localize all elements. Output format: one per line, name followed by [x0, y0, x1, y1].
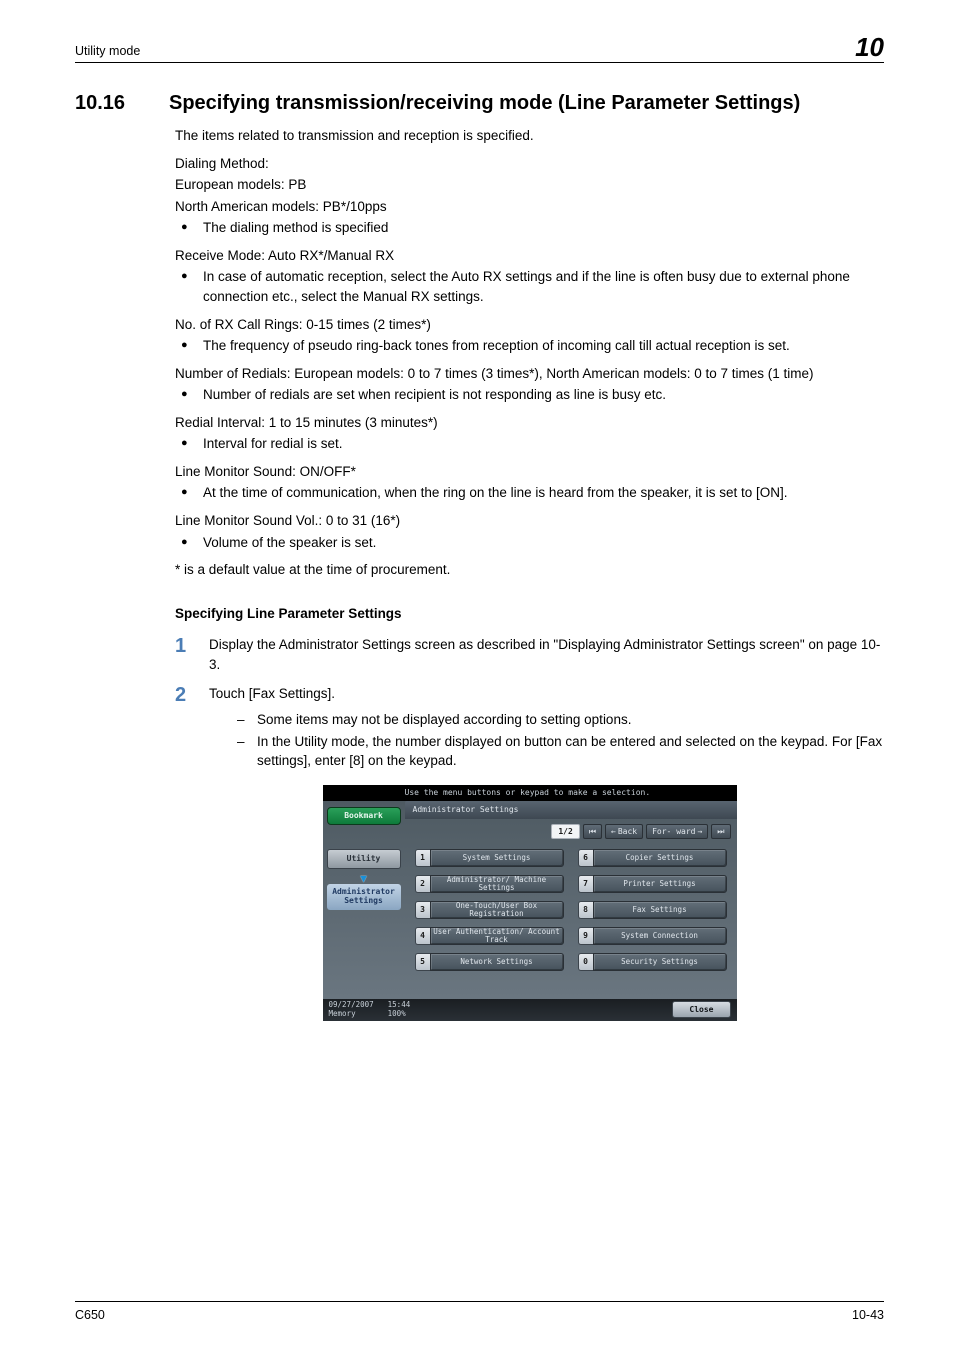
line-monitor-vol-label: Line Monitor Sound Vol.: 0 to 31 (16*): [175, 511, 884, 531]
redials-label: Number of Redials: European models: 0 to…: [175, 364, 884, 384]
dialing-method-eu: European models: PB: [175, 175, 884, 195]
running-header: Utility mode 10: [75, 34, 884, 63]
rx-rings-label: No. of RX Call Rings: 0-15 times (2 time…: [175, 315, 884, 335]
back-button[interactable]: ← Back: [605, 824, 643, 840]
section-title: 10.16Specifying transmission/receiving m…: [75, 89, 884, 118]
redials-bullet: Number of redials are set when recipient…: [175, 385, 884, 405]
step-note: Some items may not be displayed accordin…: [237, 710, 884, 730]
header-chapter: 10: [855, 34, 884, 60]
forward-button[interactable]: For- ward →: [646, 824, 708, 840]
menu-number: 2: [415, 875, 430, 893]
page-indicator: 1/2: [551, 824, 579, 840]
menu-number: 7: [578, 875, 593, 893]
step-1: 1 Display the Administrator Settings scr…: [175, 635, 884, 674]
page-footer: C650 10-43: [75, 1301, 884, 1324]
step-text: Touch [Fax Settings].: [209, 684, 884, 704]
bookmark-button[interactable]: Bookmark: [327, 807, 401, 825]
redial-interval-bullet: Interval for redial is set.: [175, 434, 884, 454]
system-settings-button[interactable]: System Settings: [430, 849, 564, 867]
nav-utility-button[interactable]: Utility: [327, 849, 401, 869]
dialing-method-label: Dialing Method:: [175, 154, 884, 174]
default-note: * is a default value at the time of proc…: [175, 560, 884, 580]
step-text: Display the Administrator Settings scree…: [209, 635, 884, 674]
fax-settings-button[interactable]: Fax Settings: [593, 901, 727, 919]
section-heading-text: Specifying transmission/receiving mode (…: [169, 92, 800, 114]
admin-machine-settings-button[interactable]: Administrator/ Machine Settings: [430, 875, 564, 893]
hint-text: Use the menu buttons or keypad to make a…: [405, 787, 651, 799]
redial-interval-label: Redial Interval: 1 to 15 minutes (3 minu…: [175, 413, 884, 433]
header-section: Utility mode: [75, 42, 140, 60]
line-monitor-sound-bullet: At the time of communication, when the r…: [175, 483, 884, 503]
nav-admin-settings[interactable]: Administrator Settings: [327, 884, 401, 910]
step-2: 2 Touch [Fax Settings]. Some items may n…: [175, 684, 884, 772]
step-note: In the Utility mode, the number displaye…: [237, 732, 884, 771]
procedure-heading: Specifying Line Parameter Settings: [175, 604, 884, 624]
menu-number: 8: [578, 901, 593, 919]
menu-number: 9: [578, 927, 593, 945]
network-settings-button[interactable]: Network Settings: [430, 953, 564, 971]
forward-last-button[interactable]: ⏭: [711, 824, 730, 840]
step-number: 1: [175, 635, 209, 674]
footer-mem-label: Memory: [329, 1009, 356, 1018]
back-first-button[interactable]: ⏮: [583, 824, 602, 840]
receive-mode-bullet: In case of automatic reception, select t…: [175, 267, 884, 306]
panel-title: Administrator Settings: [405, 801, 737, 819]
menu-number: 4: [415, 927, 430, 945]
menu-number: 0: [578, 953, 593, 971]
receive-mode-label: Receive Mode: Auto RX*/Manual RX: [175, 246, 884, 266]
line-monitor-vol-bullet: Volume of the speaker is set.: [175, 533, 884, 553]
footer-pageno: 10-43: [852, 1306, 884, 1324]
menu-number: 6: [578, 849, 593, 867]
dialing-method-na: North American models: PB*/10pps: [175, 197, 884, 217]
close-button[interactable]: Close: [672, 1001, 730, 1019]
footer-model: C650: [75, 1306, 105, 1324]
printer-settings-button[interactable]: Printer Settings: [593, 875, 727, 893]
one-touch-user-box-button[interactable]: One-Touch/User Box Registration: [430, 901, 564, 919]
step-number: 2: [175, 684, 209, 772]
menu-number: 5: [415, 953, 430, 971]
section-number: 10.16: [75, 89, 169, 118]
menu-number: 1: [415, 849, 430, 867]
security-settings-button[interactable]: Security Settings: [593, 953, 727, 971]
device-screenshot: Use the menu buttons or keypad to make a…: [323, 785, 737, 1021]
footer-mem-val: 100%: [388, 1009, 406, 1018]
arrow-down-icon: ▼: [327, 873, 401, 884]
line-monitor-sound-label: Line Monitor Sound: ON/OFF*: [175, 462, 884, 482]
rx-rings-bullet: The frequency of pseudo ring-back tones …: [175, 336, 884, 356]
system-connection-button[interactable]: System Connection: [593, 927, 727, 945]
user-auth-button[interactable]: User Authentication/ Account Track: [430, 927, 564, 945]
menu-number: 3: [415, 901, 430, 919]
intro-text: The items related to transmission and re…: [175, 126, 884, 146]
copier-settings-button[interactable]: Copier Settings: [593, 849, 727, 867]
dialing-method-bullet: The dialing method is specified: [175, 218, 884, 238]
